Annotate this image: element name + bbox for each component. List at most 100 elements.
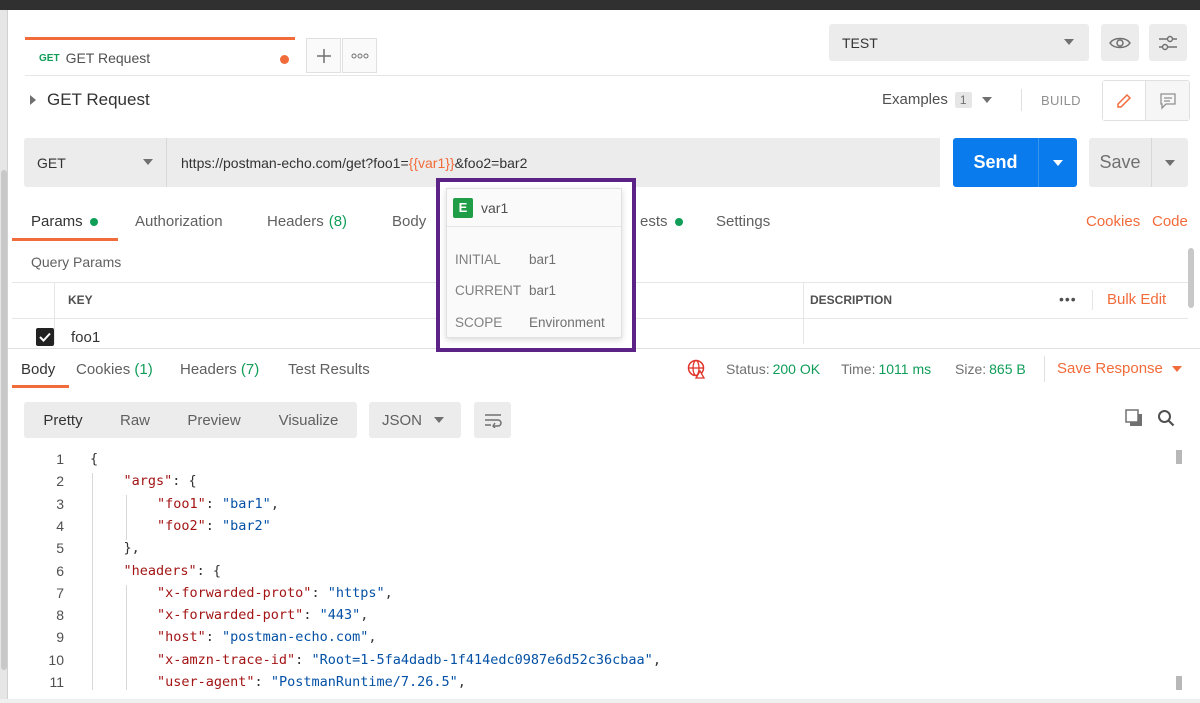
language-select[interactable]: JSON (369, 402, 461, 438)
plus-icon (316, 48, 331, 63)
format-visualize[interactable]: Visualize (260, 412, 357, 429)
json-string: "PostmanRuntime/7.26.5" (270, 674, 458, 690)
code-text: "x-forwarded-proto": "https", (157, 585, 393, 601)
format-pretty[interactable]: Pretty (24, 412, 102, 429)
more-icon (351, 53, 368, 58)
code-line: 4 "foo2": "bar2" (24, 518, 1174, 540)
tab-options-button[interactable] (342, 38, 377, 73)
scrollbar-thumb[interactable] (1188, 248, 1194, 308)
caret-right-icon (30, 95, 36, 105)
line-number: 10 (48, 651, 64, 668)
line-number: 7 (56, 584, 64, 601)
eye-icon (1109, 37, 1131, 48)
json-key: "x-forwarded-proto" (157, 584, 312, 601)
response-size: Size: 865 B (955, 361, 1026, 377)
documentation-mode-button[interactable] (1146, 81, 1189, 120)
current-value[interactable]: bar1 (529, 283, 556, 298)
environment-quick-look-button[interactable] (1101, 24, 1139, 61)
response-cookies-count: (1) (134, 361, 153, 378)
send-button[interactable]: Send (953, 138, 1077, 187)
left-scrollbar[interactable] (0, 10, 8, 703)
code-text: "headers": { (124, 563, 222, 579)
code-text: "host": "postman-echo.com", (157, 629, 377, 645)
size-value: 865 B (989, 361, 1026, 377)
column-key: KEY (68, 293, 93, 307)
code-line: 10 "x-amzn-trace-id": "Root=1-5fa4dadb-1f… (24, 652, 1174, 674)
scroll-down-marker[interactable] (1176, 676, 1182, 690)
response-body-editor[interactable]: 1{2 "args": {3 "foo1": "bar1", 4 "foo2": "ba… (24, 450, 1174, 690)
request-title: GET Request (47, 90, 150, 109)
tab-headers[interactable]: Headers (8) (267, 213, 347, 230)
indent-guide (92, 473, 93, 690)
wrap-lines-icon (484, 414, 502, 428)
json-punctuation: : { (196, 562, 222, 579)
json-string: "Root=1-5fa4dadb-1f414edc0987e6d52c36cba… (311, 651, 653, 668)
unsaved-dot-icon (280, 55, 289, 64)
response-tab-headers[interactable]: Headers (7) (180, 361, 259, 378)
scope-label: SCOPE (455, 315, 503, 330)
code-link[interactable]: Code (1152, 213, 1188, 230)
format-raw[interactable]: Raw (102, 412, 168, 429)
examples-dropdown[interactable]: Examples 1 (882, 91, 992, 108)
search-icon[interactable] (1157, 409, 1175, 427)
url-prefix: https://postman-echo.com/get?foo1= (181, 154, 409, 171)
tab-body[interactable]: Body (392, 213, 426, 230)
json-punctuation: , (368, 629, 377, 646)
indent-guide (125, 585, 127, 690)
method-select[interactable]: GET (24, 138, 166, 187)
new-tab-button[interactable] (306, 38, 341, 73)
save-options-button[interactable] (1151, 138, 1188, 187)
tab-tests[interactable]: ests (640, 213, 683, 230)
format-preview[interactable]: Preview (168, 412, 260, 429)
line-number: 8 (56, 607, 64, 624)
line-number: 3 (56, 495, 64, 512)
line-number: 1 (56, 451, 64, 467)
bulk-edit-link[interactable]: Bulk Edit (1107, 291, 1166, 308)
json-string: "https" (327, 584, 385, 601)
edit-mode-button[interactable] (1103, 81, 1146, 120)
wrap-lines-button[interactable] (474, 402, 511, 438)
scroll-up-marker[interactable] (1176, 450, 1182, 464)
mode-toggle (1102, 80, 1190, 121)
code-text: "foo2": "bar2" (157, 518, 271, 534)
chevron-down-icon (981, 96, 992, 103)
copy-icon[interactable] (1125, 409, 1143, 427)
save-button[interactable]: Save (1089, 138, 1188, 187)
tab-settings[interactable]: Settings (716, 213, 770, 230)
environment-value: TEST (842, 34, 878, 51)
chevron-down-icon (434, 417, 444, 423)
query-params-title: Query Params (31, 254, 122, 270)
scrollbar-thumb[interactable] (1, 170, 7, 670)
manage-environments-button[interactable] (1149, 24, 1187, 61)
param-enabled-checkbox[interactable] (36, 328, 54, 346)
response-tab-test-results[interactable]: Test Results (288, 361, 370, 378)
status-value: 200 OK (772, 361, 821, 377)
response-tab-cookies[interactable]: Cookies (1) (76, 361, 153, 378)
environment-scope-badge: E (453, 197, 473, 218)
url-variable[interactable]: {{var1}} (409, 155, 455, 171)
network-globe-icon[interactable] (687, 359, 707, 379)
cookies-link[interactable]: Cookies (1086, 213, 1140, 230)
response-time: Time: 1011 ms (841, 361, 931, 377)
tab-params[interactable]: Params (31, 213, 98, 230)
code-text: "x-forwarded-port": "443", (157, 607, 368, 623)
more-options-button[interactable]: ••• (1059, 291, 1077, 307)
response-tab-body[interactable]: Body (21, 361, 55, 378)
send-options-button[interactable] (1038, 138, 1077, 187)
code-text: { (90, 451, 98, 467)
tab-authorization[interactable]: Authorization (135, 213, 223, 230)
json-punctuation: : { (172, 473, 197, 490)
column-divider (54, 282, 55, 344)
json-string: "postman-echo.com" (222, 629, 369, 646)
json-string: "443" (319, 607, 361, 624)
request-tab[interactable]: GET GET Request (25, 37, 295, 76)
time-value: 1011 ms (878, 361, 932, 377)
params-scrollbar[interactable] (1188, 244, 1195, 349)
environment-select[interactable]: TEST (829, 24, 1089, 61)
request-name[interactable]: GET Request (30, 90, 150, 110)
initial-value[interactable]: bar1 (529, 252, 556, 267)
param-key[interactable]: foo1 (71, 329, 100, 346)
settings-sliders-icon (1159, 35, 1177, 50)
editor-scrollbar[interactable] (1176, 450, 1184, 690)
save-response-button[interactable]: Save Response (1057, 360, 1182, 377)
